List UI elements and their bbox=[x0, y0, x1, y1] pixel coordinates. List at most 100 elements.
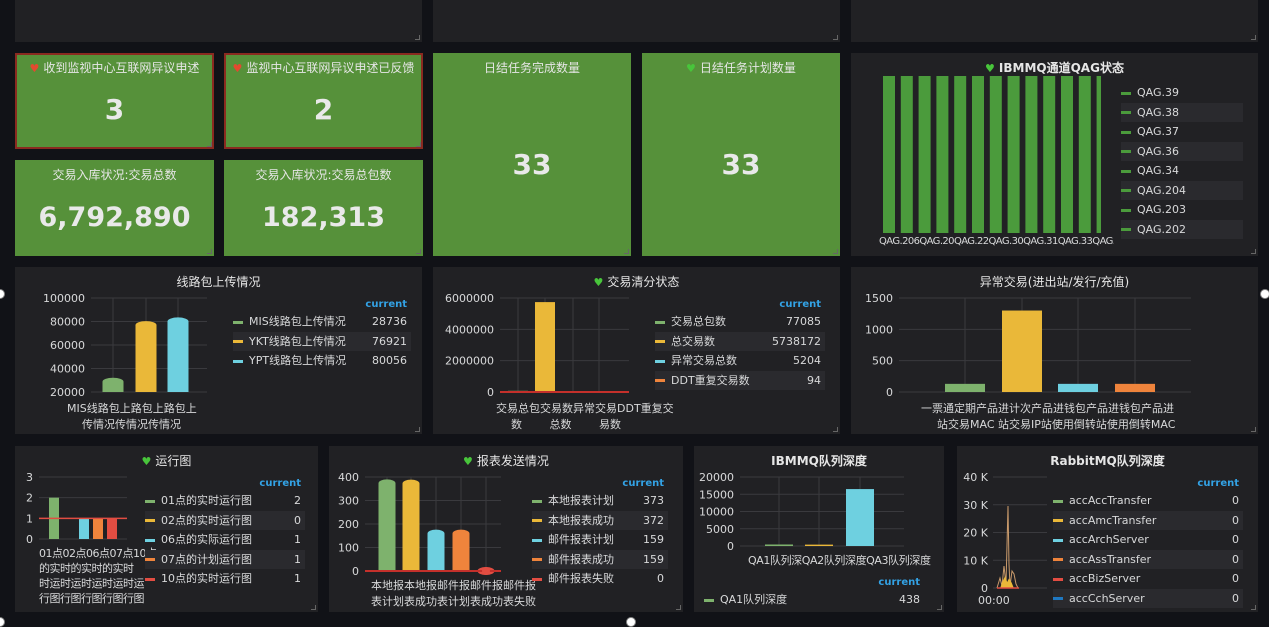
resize-corner-icon[interactable] bbox=[1251, 35, 1256, 40]
stat-panel-complaints-received[interactable]: ♥收到监视中心互联网异议申述 3 bbox=[15, 53, 214, 149]
legend-item[interactable]: 本地报表计划373 bbox=[532, 491, 668, 511]
legend-item[interactable]: accBizServer0 bbox=[1053, 569, 1243, 589]
stat-panel-daily-tasks-done[interactable]: 日结任务完成数量 33 bbox=[433, 53, 631, 256]
resize-corner-icon[interactable] bbox=[624, 249, 629, 254]
legend-label: QAG.203 bbox=[1137, 203, 1186, 216]
legend-item[interactable]: 邮件报表计划159 bbox=[532, 530, 668, 550]
legend-value: 5738172 bbox=[772, 332, 821, 352]
legend-item[interactable]: MIS线路包上传情况28736 bbox=[233, 312, 411, 332]
legend-item[interactable]: accAccTransfer0 bbox=[1053, 491, 1243, 511]
resize-corner-icon[interactable] bbox=[833, 35, 838, 40]
panel-clearing-status[interactable]: ♥交易清分状态 0200000040000006000000 交易总包交易数异常… bbox=[433, 267, 840, 434]
legend-item[interactable]: 本地报表成功372 bbox=[532, 511, 668, 531]
legend-item[interactable]: QAG.36 bbox=[1121, 142, 1243, 162]
resize-corner-icon[interactable] bbox=[207, 142, 212, 147]
legend-swatch bbox=[233, 360, 243, 363]
legend-item[interactable]: QAG.203 bbox=[1121, 200, 1243, 220]
legend-header-current[interactable]: current bbox=[1053, 477, 1243, 491]
qag-bar-chart bbox=[851, 53, 1101, 253]
panel-ibmmq-queue-depth[interactable]: IBMMQ队列深度 05000100001500020000 QA1队列深QA2… bbox=[694, 446, 944, 612]
resize-handle-right[interactable] bbox=[1260, 289, 1269, 299]
legend-item[interactable]: 01点的实时运行图2 bbox=[145, 491, 305, 511]
legend-header-current[interactable]: current bbox=[145, 477, 305, 491]
legend-item[interactable]: QAG.202 bbox=[1121, 220, 1243, 240]
resize-handle-bottom[interactable] bbox=[626, 617, 636, 627]
bar-cap bbox=[428, 530, 445, 538]
legend-header-current[interactable]: current bbox=[655, 298, 825, 312]
stat-panel-complaints-feedback[interactable]: ♥监视中心互联网异议申述已反馈 2 bbox=[224, 53, 423, 149]
resize-corner-icon[interactable] bbox=[311, 605, 316, 610]
resize-corner-icon[interactable] bbox=[416, 249, 421, 254]
panel-line-upload[interactable]: 线路包上传情况 20000400006000080000100000 MIS线路… bbox=[15, 267, 422, 434]
legend-item[interactable]: 06点的实际运行图1 bbox=[145, 530, 305, 550]
bar bbox=[765, 544, 793, 546]
stat-panel-transaction-total[interactable]: 交易入库状况:交易总数 6,792,890 bbox=[15, 160, 214, 256]
legend-item[interactable]: 总交易数5738172 bbox=[655, 332, 825, 352]
panel-run-chart[interactable]: ♥运行图 0123 01点02点06点07点10点 的实时的实时的实时 时运时运… bbox=[15, 446, 318, 612]
legend-item[interactable]: accAssTransfer0 bbox=[1053, 550, 1243, 570]
legend-item[interactable]: DDT重复交易数94 bbox=[655, 371, 825, 391]
y-tick-label: 0 bbox=[352, 565, 359, 578]
panel-rabbitmq-queue-depth[interactable]: RabbitMQ队列深度 010 K20 K30 K40 K 00:00 cur… bbox=[957, 446, 1258, 612]
legend-header-current[interactable]: current bbox=[704, 576, 924, 590]
legend-value: 159 bbox=[643, 530, 664, 550]
y-tick-label: 0 bbox=[487, 386, 494, 399]
resize-corner-icon[interactable] bbox=[676, 605, 681, 610]
legend-item[interactable]: QAG.204 bbox=[1121, 181, 1243, 201]
legend-item[interactable]: accCchServer0 bbox=[1053, 589, 1243, 609]
y-tick-label: 500 bbox=[872, 355, 893, 368]
resize-corner-icon[interactable] bbox=[937, 605, 942, 610]
resize-corner-icon[interactable] bbox=[415, 35, 420, 40]
legend-header-current[interactable]: current bbox=[233, 298, 411, 312]
resize-corner-icon[interactable] bbox=[833, 249, 838, 254]
legend-swatch bbox=[532, 500, 542, 503]
y-tick-label: 2 bbox=[26, 492, 33, 505]
bar-cap bbox=[379, 479, 396, 487]
resize-corner-icon[interactable] bbox=[415, 427, 420, 432]
legend-item[interactable]: 02点的实时运行图0 bbox=[145, 511, 305, 531]
stat-panel-transaction-packages[interactable]: 交易入库状况:交易总包数 182,313 bbox=[224, 160, 423, 256]
legend-swatch bbox=[704, 599, 714, 602]
legend-label: 交易总包数 bbox=[671, 315, 726, 328]
legend-item[interactable]: accArchServer0 bbox=[1053, 530, 1243, 550]
legend-item[interactable]: 邮件报表失败0 bbox=[532, 569, 668, 589]
legend-item[interactable]: QAG.39 bbox=[1121, 83, 1243, 103]
resize-corner-icon[interactable] bbox=[1251, 249, 1256, 254]
legend-header-current[interactable]: current bbox=[532, 477, 668, 491]
resize-corner-icon[interactable] bbox=[207, 249, 212, 254]
bar bbox=[972, 76, 984, 233]
rabbitmq-line-chart: 010 K20 K30 K40 K bbox=[957, 446, 1057, 611]
y-tick-label: 5000 bbox=[706, 523, 734, 536]
resize-corner-icon[interactable] bbox=[416, 142, 421, 147]
resize-handle-left[interactable] bbox=[0, 289, 5, 299]
legend-item[interactable]: QAG.37 bbox=[1121, 122, 1243, 142]
legend-item[interactable]: 10点的实时运行图1 bbox=[145, 569, 305, 589]
panel-ibmmq-qag-status[interactable]: ♥IBMMQ通道QAG状态 QAG.206QAG.20QAG.22QAG.30Q… bbox=[851, 53, 1258, 256]
legend-item[interactable]: YPT线路包上传情况80056 bbox=[233, 351, 411, 371]
y-tick-label: 1000 bbox=[865, 323, 893, 336]
legend-label: 邮件报表成功 bbox=[548, 553, 614, 566]
y-tick-label: 60000 bbox=[50, 339, 85, 352]
resize-corner-icon[interactable] bbox=[1251, 427, 1256, 432]
resize-corner-icon[interactable] bbox=[833, 427, 838, 432]
stat-panel-daily-tasks-planned[interactable]: ♥日结任务计划数量 33 bbox=[642, 53, 840, 256]
legend-item[interactable]: QA1队列深度438 bbox=[704, 590, 924, 610]
legend-item[interactable]: YKT线路包上传情况76921 bbox=[233, 332, 411, 352]
panel-abnormal-transactions[interactable]: 异常交易(进出站/发行/充值) 050010001500 一票通定期产品进计次产… bbox=[851, 267, 1258, 434]
resize-handle-bottom-left[interactable] bbox=[0, 617, 5, 627]
legend-swatch bbox=[1121, 228, 1131, 231]
legend-item[interactable]: QAG.38 bbox=[1121, 103, 1243, 123]
legend-item[interactable]: 异常交易总数5204 bbox=[655, 351, 825, 371]
legend-item[interactable]: accAmcTransfer0 bbox=[1053, 511, 1243, 531]
stat-value: 182,313 bbox=[224, 202, 423, 233]
legend-item[interactable]: QAG.34 bbox=[1121, 161, 1243, 181]
legend-item[interactable]: 交易总包数77085 bbox=[655, 312, 825, 332]
legend-item[interactable]: 07点的计划运行图1 bbox=[145, 550, 305, 570]
legend-value: 2 bbox=[294, 491, 301, 511]
legend-item[interactable]: 邮件报表成功159 bbox=[532, 550, 668, 570]
bar bbox=[1025, 76, 1037, 233]
panel-report-sending[interactable]: ♥报表发送情况 0100200300400 本地报本地报邮件报邮件报邮件报 表计… bbox=[329, 446, 683, 612]
y-tick-label: 6000000 bbox=[445, 292, 494, 305]
resize-corner-icon[interactable] bbox=[1251, 605, 1256, 610]
legend-swatch bbox=[233, 321, 243, 324]
